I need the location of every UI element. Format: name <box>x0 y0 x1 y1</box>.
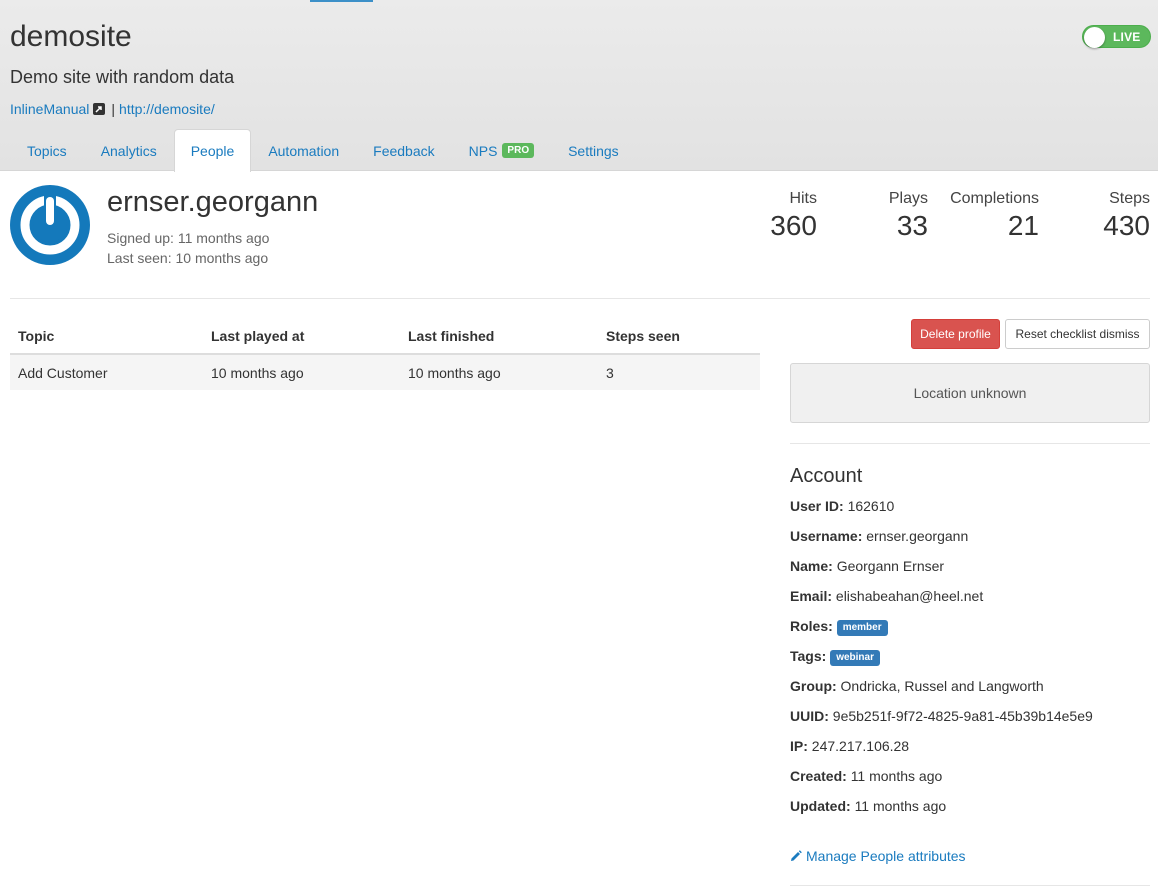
tab-label: People <box>190 143 235 159</box>
pro-badge: PRO <box>502 143 535 158</box>
attr-label: UUID: <box>790 708 829 724</box>
attr-label: Name: <box>790 558 833 574</box>
section-divider <box>10 298 1150 299</box>
site-header: demosite Demo site with random data Inli… <box>0 0 1158 172</box>
tag-badge: webinar <box>830 650 880 666</box>
account-tags: Tags: webinar <box>790 648 880 666</box>
column-header: Last played at <box>203 318 400 355</box>
attr-value: 11 months ago <box>854 798 947 814</box>
location-box: Location unknown <box>790 363 1150 423</box>
attr-label: Group: <box>790 678 837 694</box>
link-separator: | <box>111 101 116 117</box>
avatar <box>10 185 90 265</box>
account-uuid: UUID: 9e5b251f-9f72-4825-9a81-45b39b14e5… <box>790 708 1093 724</box>
attr-value: 162610 <box>847 498 895 514</box>
account-roles: Roles: member <box>790 618 888 636</box>
account-title: Account <box>790 465 863 487</box>
stat-label: Plays <box>888 190 928 207</box>
manage-link-label: Manage People attributes <box>806 848 966 864</box>
attr-value: ernser.georgann <box>866 528 969 544</box>
attr-label: Updated: <box>790 798 851 814</box>
site-title: demosite <box>10 20 132 53</box>
attr-label: User ID: <box>790 498 844 514</box>
stat-value: 360 <box>770 210 817 241</box>
tab-bar: Topics Analytics People Automation Feedb… <box>10 129 636 172</box>
power-icon <box>20 193 80 255</box>
stat-label: Steps <box>1109 190 1150 207</box>
last-seen-text: Last seen: 10 months ago <box>107 250 269 266</box>
attr-label: Email: <box>790 588 833 604</box>
topics-table: Topic Last played at Last finished Steps… <box>10 318 760 390</box>
account-username: Username: ernser.georgann <box>790 528 968 544</box>
attr-value: 9e5b251f-9f72-4825-9a81-45b39b14e5e9 <box>832 708 1093 724</box>
tab-feedback[interactable]: Feedback <box>356 129 451 171</box>
account-updated: Updated: 11 months ago <box>790 798 946 814</box>
section-divider <box>790 443 1150 444</box>
role-badge: member <box>836 620 888 636</box>
site-url-link[interactable]: http://demosite/ <box>119 101 215 117</box>
live-label: LIVE <box>1113 30 1141 44</box>
attr-value: Ondricka, Russel and Langworth <box>840 678 1044 694</box>
tab-label: Automation <box>268 142 340 159</box>
stat-steps: Steps 430 <box>1090 190 1150 242</box>
site-links: InlineManual | http://demosite/ <box>10 101 215 117</box>
stat-value: 430 <box>1103 210 1150 241</box>
account-email: Email: elishabeahan@heel.net <box>790 588 983 604</box>
tab-label: Analytics <box>100 142 157 159</box>
attr-label: IP: <box>790 738 808 754</box>
tab-topics[interactable]: Topics <box>10 129 84 171</box>
profile-username: ernser.georgann <box>107 186 319 218</box>
tab-analytics[interactable]: Analytics <box>84 129 174 171</box>
table-row[interactable]: Add Customer 10 months ago 10 months ago… <box>10 353 760 390</box>
attr-label: Tags: <box>790 648 827 664</box>
table-cell: 10 months ago <box>203 353 400 390</box>
attr-value: 11 months ago <box>850 768 943 784</box>
stat-completions: Completions 21 <box>950 190 1039 242</box>
stat-plays: Plays 33 <box>870 190 928 242</box>
column-header: Steps seen <box>598 318 760 355</box>
tab-people[interactable]: People <box>173 129 252 172</box>
reset-checklist-button[interactable]: Reset checklist dismiss <box>1005 319 1150 349</box>
table-header-row: Topic Last played at Last finished Steps… <box>10 318 760 355</box>
tab-nps[interactable]: NPS PRO <box>452 129 551 171</box>
account-name: Name: Georgann Ernser <box>790 558 944 574</box>
tab-label: NPS <box>468 142 498 159</box>
attr-label: Created: <box>790 768 847 784</box>
column-header: Topic <box>10 318 203 355</box>
tab-label: Settings <box>568 142 619 159</box>
account-ip: IP: 247.217.106.28 <box>790 738 909 754</box>
inlinemanual-link[interactable]: InlineManual <box>10 101 89 117</box>
tab-label: Feedback <box>373 142 435 159</box>
column-header: Last finished <box>400 318 598 355</box>
attr-label: Roles: <box>790 618 833 634</box>
account-created: Created: 11 months ago <box>790 768 942 784</box>
attr-value: elishabeahan@heel.net <box>835 588 984 604</box>
pencil-icon <box>791 850 802 861</box>
tab-label: Topics <box>27 142 67 159</box>
attr-value: 247.217.106.28 <box>811 738 910 754</box>
attr-label: Username: <box>790 528 863 544</box>
stat-hits: Hits 360 <box>770 190 817 242</box>
table-cell: 10 months ago <box>400 353 598 390</box>
tab-automation[interactable]: Automation <box>251 129 356 171</box>
account-user-id: User ID: 162610 <box>790 498 894 514</box>
site-description: Demo site with random data <box>10 67 235 87</box>
stat-label: Hits <box>789 190 817 207</box>
live-toggle[interactable]: LIVE <box>1082 25 1151 48</box>
stat-value: 21 <box>1007 210 1039 241</box>
external-link-icon[interactable] <box>93 103 106 115</box>
signed-up-text: Signed up: 11 months ago <box>107 230 270 246</box>
delete-profile-button[interactable]: Delete profile <box>911 319 1000 349</box>
attr-value: Georgann Ernser <box>836 558 945 574</box>
stat-value: 33 <box>896 210 928 241</box>
stat-label: Completions <box>950 190 1039 207</box>
manage-people-attributes-link[interactable]: Manage People attributes <box>790 848 966 864</box>
top-nav-accent <box>310 0 373 2</box>
table-cell: 3 <box>598 353 760 390</box>
tab-settings[interactable]: Settings <box>551 129 636 171</box>
section-divider <box>790 885 1150 886</box>
table-cell: Add Customer <box>10 353 203 390</box>
toggle-knob <box>1084 27 1105 48</box>
account-group: Group: Ondricka, Russel and Langworth <box>790 678 1044 694</box>
